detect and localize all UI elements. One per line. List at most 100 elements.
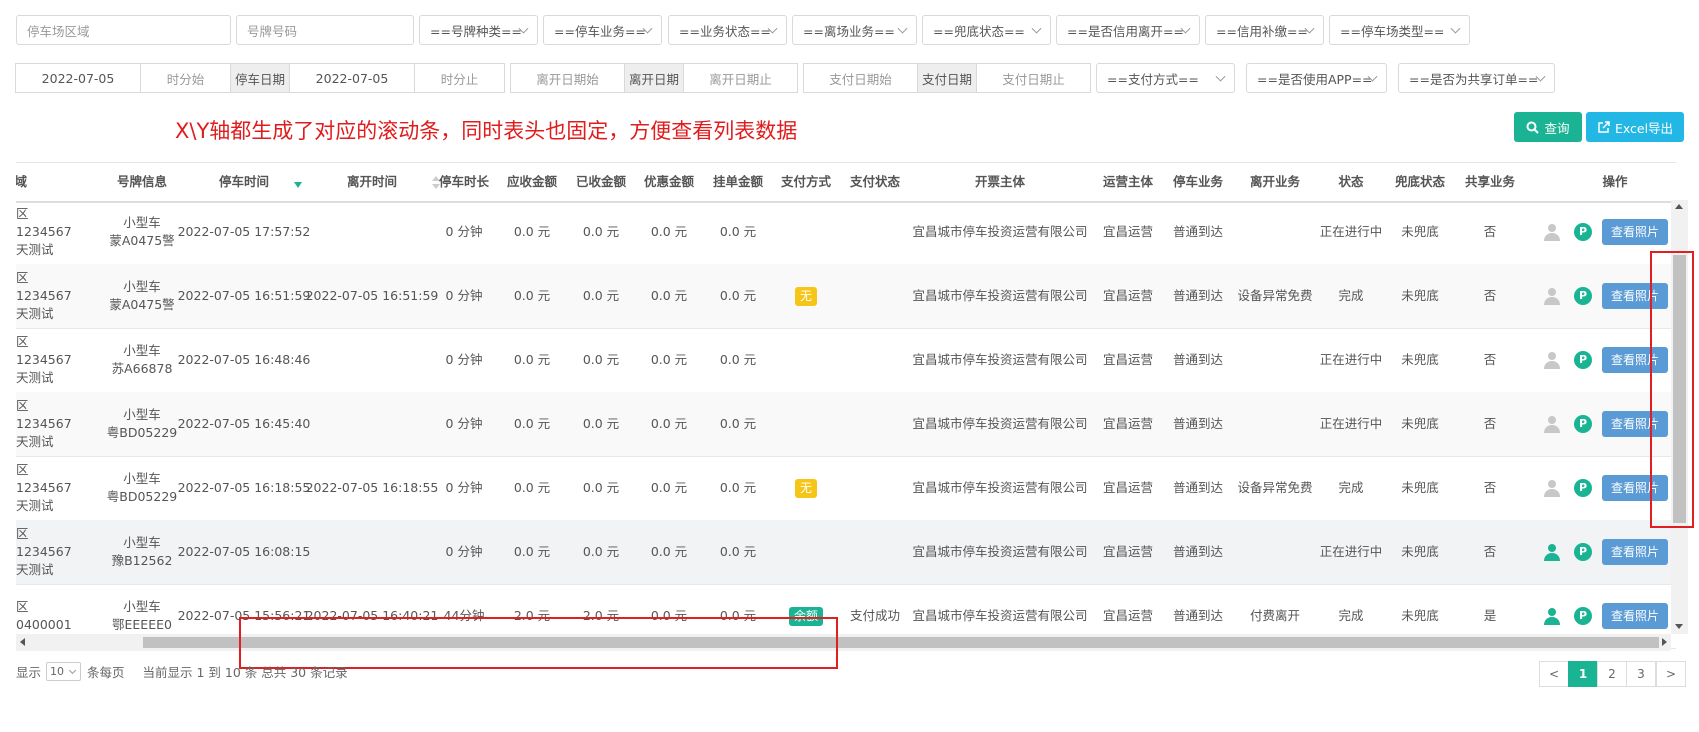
th-leave-time[interactable]: 离开时间 <box>298 163 446 201</box>
cell-leave-business <box>1234 328 1316 392</box>
query-button[interactable]: 查询 <box>1514 112 1582 142</box>
th-duration[interactable]: 停车时长 <box>434 163 494 201</box>
th-leave-business[interactable]: 离开业务 <box>1234 163 1316 201</box>
use-app-select[interactable]: ==是否使用APP== <box>1246 63 1387 93</box>
credit-leave-select[interactable]: ==是否信用离开== <box>1056 15 1200 45</box>
pagination-prev[interactable]: < <box>1539 661 1569 687</box>
parking-business-select[interactable]: ==停车业务== <box>543 15 662 45</box>
credit-supplement-select[interactable]: ==信用补缴== <box>1205 15 1324 45</box>
view-photo-button[interactable]: 查看照片 <box>1602 539 1669 565</box>
user-icon[interactable] <box>1540 392 1564 456</box>
pagination-page-3[interactable]: 3 <box>1626 661 1656 687</box>
cell-received: 0.0 元 <box>571 392 631 456</box>
pay-date-start[interactable]: 支付日期始 <box>803 63 918 93</box>
plate-type-select[interactable]: ==号牌种类== <box>419 15 538 45</box>
table-row[interactable]: 区 1234567 天测试 小型车 粤BD05229 2022-07-05 16:18:5… <box>16 456 1676 521</box>
page-size-select[interactable]: 10 <box>46 662 82 681</box>
cell-discount: 0.0 元 <box>639 328 699 392</box>
cell-text: 0 分钟 <box>445 224 483 239</box>
user-icon[interactable] <box>1540 200 1564 264</box>
table-row[interactable]: 区 1234567 天测试 小型车 豫B12562 2022-07-05 16:08:15… <box>16 520 1676 585</box>
cell-duration: 0 分钟 <box>434 328 494 392</box>
pagination-page-2[interactable]: 2 <box>1597 661 1627 687</box>
park-date-end[interactable]: 2022-07-05 <box>289 63 415 93</box>
business-status-select[interactable]: ==业务状态== <box>668 15 787 45</box>
user-icon[interactable] <box>1540 264 1564 328</box>
th-pay-status[interactable]: 支付状态 <box>845 163 905 201</box>
cell-text: 宜昌运营 <box>1102 416 1153 431</box>
leave-date-start[interactable]: 离开日期始 <box>510 63 625 93</box>
view-photo-button[interactable]: 查看照片 <box>1602 219 1669 245</box>
shared-order-select[interactable]: ==是否为共享订单== <box>1398 63 1555 93</box>
user-icon[interactable] <box>1540 520 1564 584</box>
excel-export-button[interactable]: Excel导出 <box>1586 112 1684 142</box>
lot-type-select[interactable]: ==停车场类型== <box>1329 15 1470 45</box>
cell-text: 0.0 元 <box>650 288 688 303</box>
pay-date-end[interactable]: 支付日期止 <box>976 63 1091 93</box>
cell-text: 宜昌城市停车投资运营有限公司 <box>912 416 1088 431</box>
cell-operator: 宜昌运营 <box>1098 200 1158 264</box>
th-invoice-entity[interactable]: 开票主体 <box>905 163 1095 201</box>
cell-area-line: 1234567 <box>16 480 72 495</box>
cell-leave-business <box>1234 520 1316 584</box>
cell-status: 正在进行中 <box>1320 200 1383 264</box>
table-row[interactable]: 区 1234567 天测试 小型车 粤BD05229 2022-07-05 16:45:4… <box>16 392 1676 457</box>
cell-park-business: 普通到达 <box>1165 456 1231 520</box>
th-discount[interactable]: 优惠金额 <box>639 163 699 201</box>
cell-area-line: 区 <box>16 526 29 541</box>
parking-area-input[interactable]: 停车场区域 <box>16 15 231 45</box>
table-row[interactable]: 区 1234567 天测试 小型车 蒙A0475警 2022-07-05 16:51:59… <box>16 264 1676 329</box>
plate-number-input[interactable]: 号牌号码 <box>236 15 414 45</box>
th-park-business[interactable]: 停车业务 <box>1165 163 1231 201</box>
user-icon[interactable] <box>1540 456 1564 520</box>
pagination-page-1[interactable]: 1 <box>1568 661 1598 687</box>
park-time-start[interactable]: 时分始 <box>140 63 231 93</box>
scroll-right-icon[interactable] <box>1662 638 1667 646</box>
th-operator[interactable]: 运营主体 <box>1098 163 1158 201</box>
parking-p-icon[interactable]: P <box>1571 520 1595 584</box>
parking-p-icon[interactable]: P <box>1571 456 1595 520</box>
th-area[interactable]: 区域 <box>16 163 27 201</box>
pay-method-select[interactable]: ==支付方式== <box>1096 63 1235 93</box>
parking-badge: P <box>1574 543 1592 561</box>
query-label: 查询 <box>1544 120 1570 136</box>
th-park-time[interactable]: 停车时间 <box>170 163 318 201</box>
scroll-down-icon[interactable] <box>1675 624 1683 629</box>
cell-park-business: 普通到达 <box>1165 200 1231 264</box>
cell-leave-time <box>298 200 446 264</box>
cell-text: 0.0 元 <box>513 288 551 303</box>
leave-business-select[interactable]: ==离场业务== <box>792 15 917 45</box>
table-row[interactable]: 区 1234567 天测试 小型车 苏A66878 2022-07-05 16:48:46… <box>16 328 1676 393</box>
th-bottom-status[interactable]: 兜底状态 <box>1390 163 1450 201</box>
cell-received: 0.0 元 <box>571 520 631 584</box>
parking-p-icon[interactable]: P <box>1571 392 1595 456</box>
user-icon[interactable] <box>1540 328 1564 392</box>
th-pending[interactable]: 挂单金额 <box>708 163 768 201</box>
parking-p-icon[interactable]: P <box>1571 264 1595 328</box>
pagination-next[interactable]: > <box>1656 661 1686 687</box>
lot-type-value: ==停车场类型== <box>1340 23 1445 39</box>
th-received[interactable]: 已收金额 <box>571 163 631 201</box>
cell-text: 0.0 元 <box>719 288 757 303</box>
th-pay-method[interactable]: 支付方式 <box>776 163 836 201</box>
view-photo-button[interactable]: 查看照片 <box>1602 603 1669 629</box>
cell-discount: 0.0 元 <box>639 200 699 264</box>
pay-method-badge: 无 <box>794 478 817 498</box>
scroll-left-icon[interactable] <box>20 638 25 646</box>
cell-area-line: 1234567 <box>16 288 72 303</box>
parking-p-icon[interactable]: P <box>1571 328 1595 392</box>
th-receivable[interactable]: 应收金额 <box>502 163 562 201</box>
external-link-icon <box>1598 120 1610 133</box>
park-time-end[interactable]: 时分止 <box>414 63 505 93</box>
scroll-up-icon[interactable] <box>1675 204 1683 209</box>
cell-text: 宜昌运营 <box>1102 608 1153 623</box>
parking-p-icon[interactable]: P <box>1571 200 1595 264</box>
th-shared[interactable]: 共享业务 <box>1460 163 1520 201</box>
table-row[interactable]: 区 1234567 天测试 小型车 蒙A0475警 2022-07-05 17:57:52… <box>16 200 1676 265</box>
th-status[interactable]: 状态 <box>1321 163 1381 201</box>
cell-park-business: 普通到达 <box>1165 392 1231 456</box>
bottom-status-select[interactable]: ==兜底状态== <box>922 15 1051 45</box>
park-date-start[interactable]: 2022-07-05 <box>15 63 141 93</box>
cell-text: 普通到达 <box>1172 352 1223 367</box>
leave-date-end[interactable]: 离开日期止 <box>683 63 798 93</box>
